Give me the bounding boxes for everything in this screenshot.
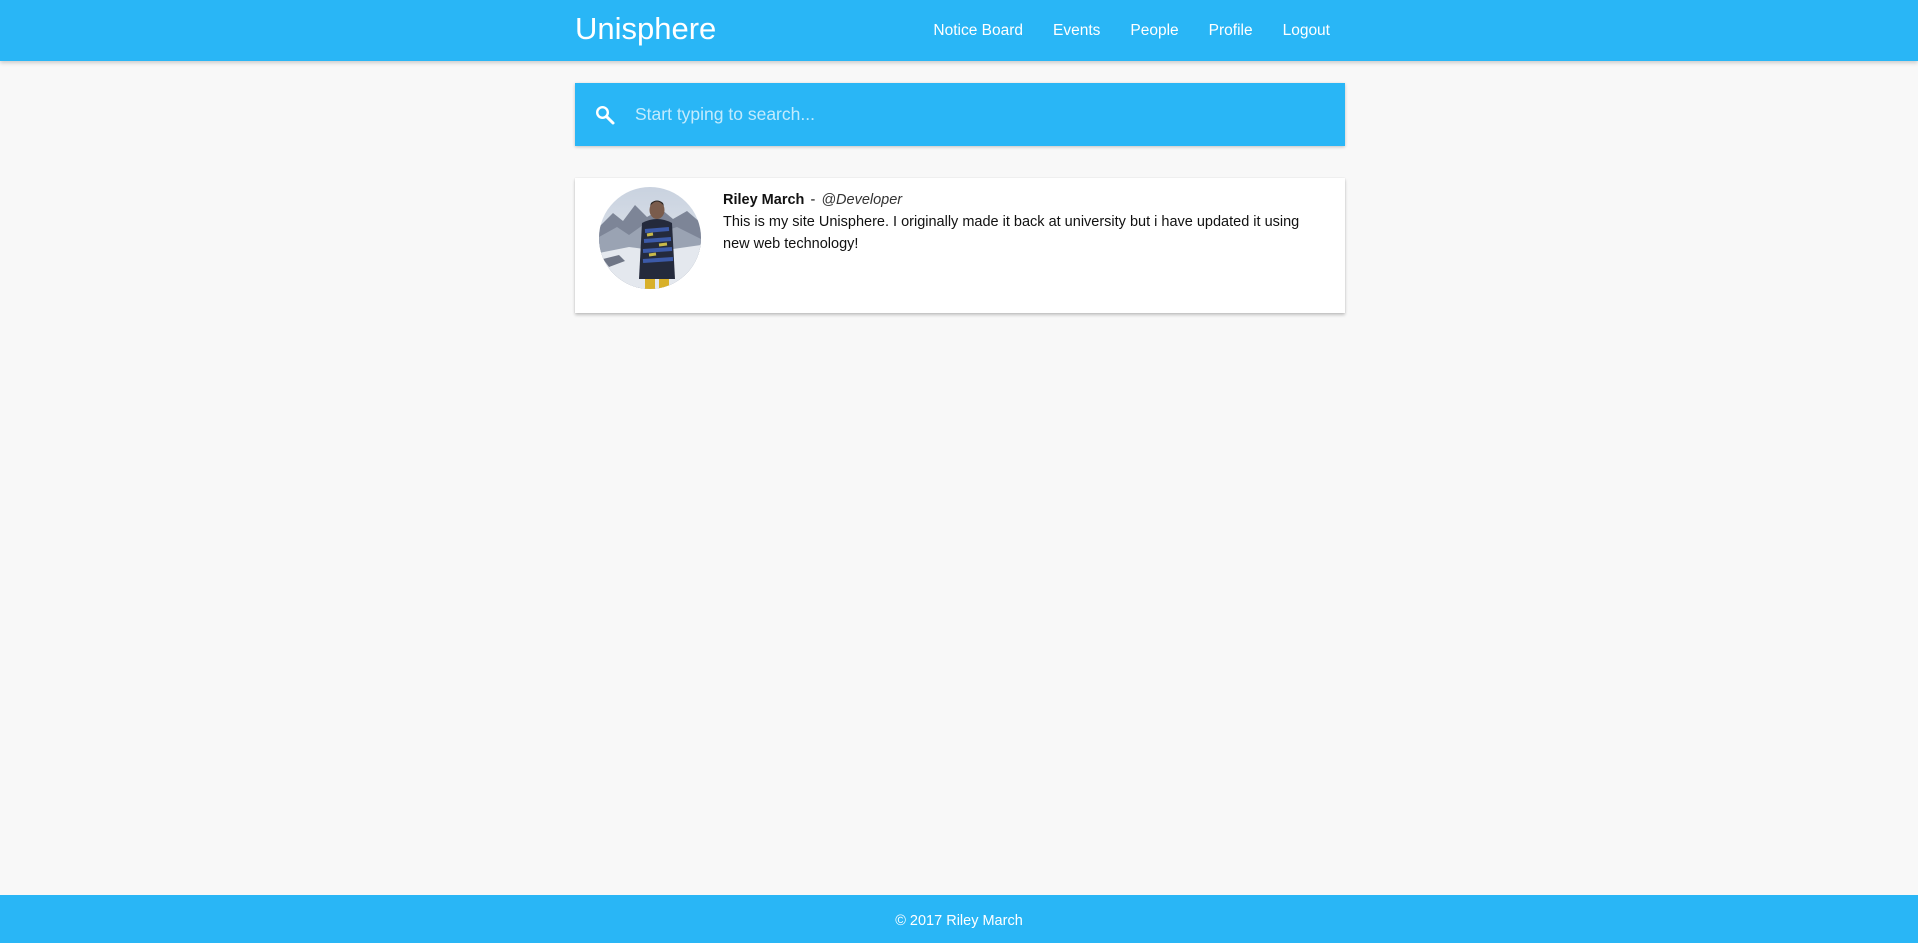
- brand-logo-link[interactable]: Unisphere: [575, 10, 716, 48]
- footer: © 2017 Riley March: [0, 895, 1918, 943]
- profile-result-card[interactable]: Riley March - @Developer This is my site…: [575, 178, 1345, 313]
- page: Unisphere Notice Board Events People Pro…: [0, 0, 1918, 943]
- nav-menu: Notice Board Events People Profile Logou…: [918, 0, 1330, 61]
- nav-link-profile[interactable]: Profile: [1194, 2, 1268, 60]
- navbar-inner: Unisphere Notice Board Events People Pro…: [575, 0, 1345, 61]
- result-content: Riley March - @Developer This is my site…: [723, 189, 1325, 255]
- result-separator: -: [810, 192, 816, 208]
- nav-link-people[interactable]: People: [1115, 2, 1193, 60]
- nav-link-events[interactable]: Events: [1038, 2, 1115, 60]
- footer-copyright: © 2017 Riley March: [895, 913, 1023, 929]
- nav-link-notice-board[interactable]: Notice Board: [918, 2, 1038, 60]
- top-navbar: Unisphere Notice Board Events People Pro…: [0, 0, 1918, 61]
- result-header: Riley March - @Developer: [723, 189, 1325, 211]
- result-role: @Developer: [821, 192, 903, 208]
- search-bar: [575, 83, 1345, 146]
- nav-link-logout[interactable]: Logout: [1268, 2, 1330, 60]
- result-name[interactable]: Riley March: [723, 192, 804, 208]
- search-input[interactable]: [635, 83, 1325, 146]
- result-description: This is my site Unisphere. I originally …: [723, 214, 1300, 252]
- search-icon: [593, 103, 617, 127]
- avatar[interactable]: [599, 187, 701, 289]
